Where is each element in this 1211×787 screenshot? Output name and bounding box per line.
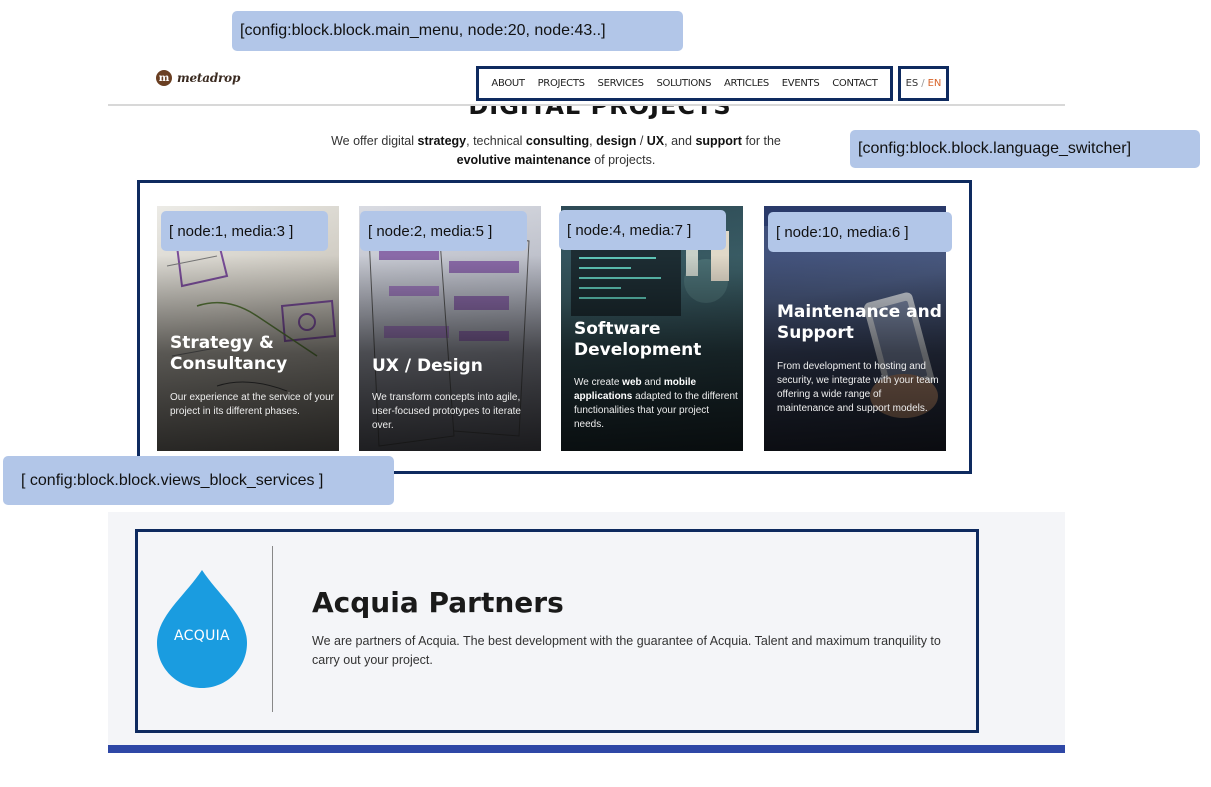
intro-text: of projects. <box>590 153 656 167</box>
site-logo[interactable]: m metadrop <box>156 70 240 86</box>
intro-text: / <box>636 134 647 148</box>
card-text-strong: web <box>622 377 642 388</box>
menu-item-services[interactable]: SERVICES <box>598 78 644 89</box>
card-title: Strategy & Consultancy <box>170 333 288 374</box>
card-text: Our experience at the service of your pr… <box>170 392 334 417</box>
annotation-card-2: [ node:2, media:5 ] <box>360 211 527 251</box>
menu-item-solutions[interactable]: SOLUTIONS <box>656 78 711 89</box>
acquia-logo: Acquia <box>157 570 247 688</box>
acquia-title: Acquia Partners <box>312 586 564 619</box>
menu-item-articles[interactable]: ARTICLES <box>724 78 769 89</box>
card-title: Software Development <box>574 319 702 360</box>
card-text-part: and <box>641 377 664 388</box>
language-switcher: ES / EN <box>898 66 949 101</box>
intro-strong: support <box>695 134 742 148</box>
card-text: We transform concepts into agile, user-f… <box>372 392 521 431</box>
footer-top-bar <box>108 745 1065 753</box>
logo-mark-icon: m <box>156 70 172 86</box>
section-intro: We offer digital strategy, technical con… <box>296 132 816 170</box>
intro-strong: evolutive maintenance <box>456 153 591 167</box>
annotation-card-3: [ node:4, media:7 ] <box>559 210 726 250</box>
card-text: From development to hosting and security… <box>777 361 939 414</box>
main-menu: ABOUT PROJECTS SERVICES SOLUTIONS ARTICL… <box>476 66 893 101</box>
acquia-logo-text: Acquia <box>174 628 230 644</box>
language-es-link[interactable]: ES <box>906 78 919 89</box>
annotation-main-menu: [config:block.block.main_menu, node:20, … <box>232 11 683 51</box>
intro-strong: consulting <box>525 134 590 148</box>
menu-item-contact[interactable]: CONTACT <box>832 78 878 89</box>
intro-text: We offer digital <box>331 134 418 148</box>
menu-item-events[interactable]: EVENTS <box>782 78 820 89</box>
annotation-language-switcher: [config:block.block.language_switcher] <box>850 130 1200 168</box>
card-title: UX / Design <box>372 356 483 376</box>
annotation-views-block-services: [ config:block.block.views_block_service… <box>3 456 394 505</box>
intro-strong: UX <box>646 134 665 148</box>
acquia-block-outline <box>135 529 979 733</box>
intro-text: for the <box>741 134 781 148</box>
logo-text: metadrop <box>177 71 241 85</box>
intro-text: , technical <box>466 134 526 148</box>
language-separator: / <box>921 78 925 89</box>
acquia-divider <box>272 546 273 712</box>
annotation-card-1: [ node:1, media:3 ] <box>161 211 328 251</box>
intro-strong: strategy <box>417 134 467 148</box>
acquia-description: We are partners of Acquia. The best deve… <box>312 634 941 667</box>
annotation-card-4: [ node:10, media:6 ] <box>768 212 952 252</box>
card-text: We create web and mobile applications ad… <box>574 376 738 432</box>
card-text-part: We create <box>574 377 623 388</box>
card-title: Maintenance and Support <box>777 302 942 343</box>
menu-item-projects[interactable]: PROJECTS <box>538 78 585 89</box>
language-en-link[interactable]: EN <box>928 78 942 89</box>
intro-text: , and <box>664 134 696 148</box>
menu-item-about[interactable]: ABOUT <box>491 78 525 89</box>
intro-strong: design <box>596 134 637 148</box>
